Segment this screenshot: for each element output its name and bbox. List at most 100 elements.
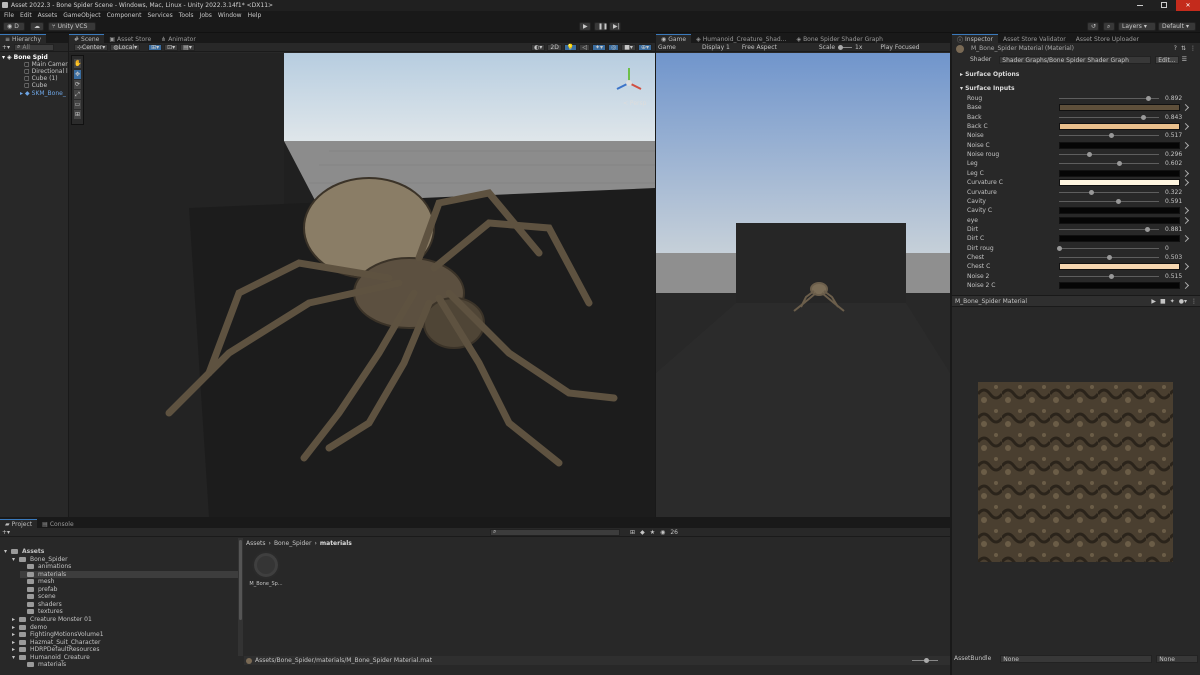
maximize-icon[interactable] bbox=[1161, 2, 1167, 8]
pause-button[interactable]: ❚❚ bbox=[594, 22, 608, 31]
slider-knob[interactable] bbox=[1146, 96, 1152, 101]
stop-preview-icon[interactable]: ■ bbox=[1160, 298, 1166, 305]
grid-snap-button[interactable]: ⊞▾ bbox=[148, 43, 163, 51]
property-value[interactable]: 0.591 bbox=[1165, 198, 1182, 205]
slider-track[interactable] bbox=[1059, 200, 1159, 202]
menu-tools[interactable]: Tools bbox=[179, 12, 194, 19]
eyedropper-icon[interactable] bbox=[1181, 263, 1190, 271]
expand-icon[interactable]: ▸ bbox=[12, 639, 17, 646]
menu-edit[interactable]: Edit bbox=[20, 12, 32, 19]
eyedropper-icon[interactable] bbox=[1181, 207, 1190, 215]
property-value[interactable]: 0.296 bbox=[1165, 151, 1182, 158]
tab-bone-spider-shader[interactable]: ◈ Bone Spider Shader Graph bbox=[791, 34, 888, 43]
audio-toggle[interactable]: ◁ bbox=[579, 43, 590, 51]
expand-icon[interactable]: ▸ bbox=[12, 616, 17, 623]
slider-knob[interactable] bbox=[1116, 198, 1122, 204]
slider-track[interactable] bbox=[1059, 228, 1159, 230]
history-button[interactable]: ↺ bbox=[1087, 22, 1099, 31]
color-swatch[interactable] bbox=[1059, 169, 1180, 177]
rotate-tool-icon[interactable]: ⟳ bbox=[74, 80, 81, 89]
folder-tree-item[interactable]: scene bbox=[20, 593, 238, 600]
tab-project[interactable]: ▰ Project bbox=[0, 519, 38, 528]
tab-animator[interactable]: ⋔ Animator bbox=[156, 34, 201, 43]
folder-tree-item[interactable]: shaders bbox=[20, 601, 238, 608]
color-swatch[interactable] bbox=[1059, 207, 1180, 215]
folder-tree-item[interactable]: textures bbox=[20, 608, 238, 615]
play-mode-dropdown[interactable]: Play Focused bbox=[880, 44, 919, 51]
property-slider[interactable] bbox=[1059, 225, 1159, 234]
asset-tile[interactable]: M_Bone_Sp... bbox=[248, 551, 284, 591]
search-button[interactable]: ⌕ bbox=[1103, 22, 1115, 31]
property-value[interactable]: 0.517 bbox=[1165, 132, 1182, 139]
camera-settings-button[interactable]: ■▾ bbox=[621, 43, 636, 51]
slider-knob[interactable] bbox=[1107, 254, 1113, 260]
folder-tree-item[interactable]: ▸ Creature Monster 01 bbox=[12, 616, 238, 623]
menu-services[interactable]: Services bbox=[147, 12, 172, 19]
add-icon[interactable]: +▾ bbox=[2, 44, 10, 51]
filter-type-icon[interactable]: ⊞ bbox=[630, 529, 635, 536]
eyedropper-icon[interactable] bbox=[1181, 123, 1190, 131]
color-swatch[interactable] bbox=[1059, 235, 1180, 243]
property-slider[interactable] bbox=[1059, 197, 1159, 206]
minimize-icon[interactable] bbox=[1137, 5, 1143, 6]
view-tool-icon[interactable]: ✋ bbox=[74, 59, 81, 68]
property-slider[interactable] bbox=[1059, 272, 1159, 281]
favorite-icon[interactable]: ★ bbox=[650, 529, 655, 536]
slider-track[interactable] bbox=[1059, 247, 1159, 249]
add-icon[interactable]: +▾ bbox=[2, 529, 10, 536]
slider-knob[interactable] bbox=[1108, 273, 1114, 279]
2d-toggle[interactable]: 2D bbox=[547, 43, 562, 51]
property-slider[interactable] bbox=[1059, 159, 1159, 168]
property-slider[interactable] bbox=[1057, 244, 1159, 253]
zoom-slider[interactable] bbox=[912, 658, 938, 663]
lighting-toggle[interactable]: 💡 bbox=[563, 43, 578, 51]
property-value[interactable]: 0.503 bbox=[1165, 254, 1182, 261]
eyedropper-icon[interactable] bbox=[1181, 281, 1190, 290]
tab-inspector[interactable]: ⓘ Inspector bbox=[952, 34, 999, 44]
rect-tool-icon[interactable]: ▭ bbox=[74, 100, 81, 109]
slider-knob[interactable] bbox=[1086, 152, 1092, 158]
surface-options-foldout[interactable]: ▸ Surface Options bbox=[960, 71, 1019, 78]
folder-tree-item[interactable]: ▸ Hazmat_Suit_Character bbox=[12, 639, 238, 646]
property-slider[interactable] bbox=[1059, 94, 1159, 103]
gizmos-button[interactable]: ⊕▾ bbox=[637, 43, 652, 51]
property-value[interactable]: 0.515 bbox=[1165, 273, 1182, 280]
scale-slider[interactable] bbox=[838, 44, 853, 50]
menu-assets[interactable]: Assets bbox=[38, 12, 58, 19]
shader-dropdown[interactable]: Shader Graphs/Bone Spider Shader Graph bbox=[999, 55, 1152, 64]
hierarchy-scene-root[interactable]: ▾ ◈ Bone Spid bbox=[2, 54, 48, 61]
expand-icon[interactable]: ▸ bbox=[12, 624, 17, 631]
menu-jobs[interactable]: Jobs bbox=[200, 12, 212, 19]
breadcrumb-item[interactable]: materials bbox=[320, 540, 352, 547]
tab-scene[interactable]: # Scene bbox=[69, 34, 105, 43]
assetbundle-variant-dropdown[interactable]: None bbox=[1156, 654, 1199, 663]
play-preview-icon[interactable]: ▶ bbox=[1151, 298, 1156, 305]
slider-track[interactable] bbox=[1059, 98, 1159, 99]
breadcrumb-item[interactable]: Assets bbox=[246, 540, 266, 547]
folder-tree-item[interactable]: mesh bbox=[20, 578, 238, 585]
folder-tree-item[interactable]: materials bbox=[20, 661, 238, 668]
property-value[interactable]: 0.602 bbox=[1165, 160, 1182, 167]
folder-tree-item[interactable]: animations bbox=[20, 563, 238, 570]
color-swatch[interactable] bbox=[1059, 282, 1180, 289]
account-button[interactable]: ◉ D bbox=[3, 22, 25, 31]
slider-knob[interactable] bbox=[1145, 226, 1151, 232]
expand-icon[interactable]: ▾ bbox=[4, 548, 9, 555]
slider-knob[interactable] bbox=[1089, 189, 1095, 195]
folder-tree-item[interactable]: ▸ FightingMotionsVolume1 bbox=[12, 631, 238, 638]
property-value[interactable]: 0.843 bbox=[1165, 114, 1182, 121]
property-slider[interactable] bbox=[1059, 253, 1159, 262]
tab-asset-store[interactable]: ▣ Asset Store bbox=[104, 34, 157, 43]
eyedropper-icon[interactable] bbox=[1181, 141, 1190, 149]
help-icon[interactable]: ? bbox=[1174, 45, 1177, 52]
close-icon[interactable]: ✕ bbox=[1176, 0, 1200, 11]
snap-settings-button[interactable]: ⊡▾ bbox=[164, 43, 179, 51]
property-slider[interactable] bbox=[1059, 131, 1159, 140]
display-dropdown[interactable]: Display 1 bbox=[702, 44, 730, 51]
slider-knob[interactable] bbox=[1117, 161, 1123, 167]
draw-mode-button[interactable]: ◐▾ bbox=[531, 43, 546, 51]
tab-humanoid-shader[interactable]: ◈ Humanoid_Creature_Shad... bbox=[691, 34, 792, 43]
game-viewport[interactable] bbox=[656, 53, 950, 517]
folder-tree-item[interactable]: ▸ HDRPDefaultResources bbox=[12, 646, 238, 653]
property-value[interactable]: 0.322 bbox=[1165, 189, 1182, 196]
